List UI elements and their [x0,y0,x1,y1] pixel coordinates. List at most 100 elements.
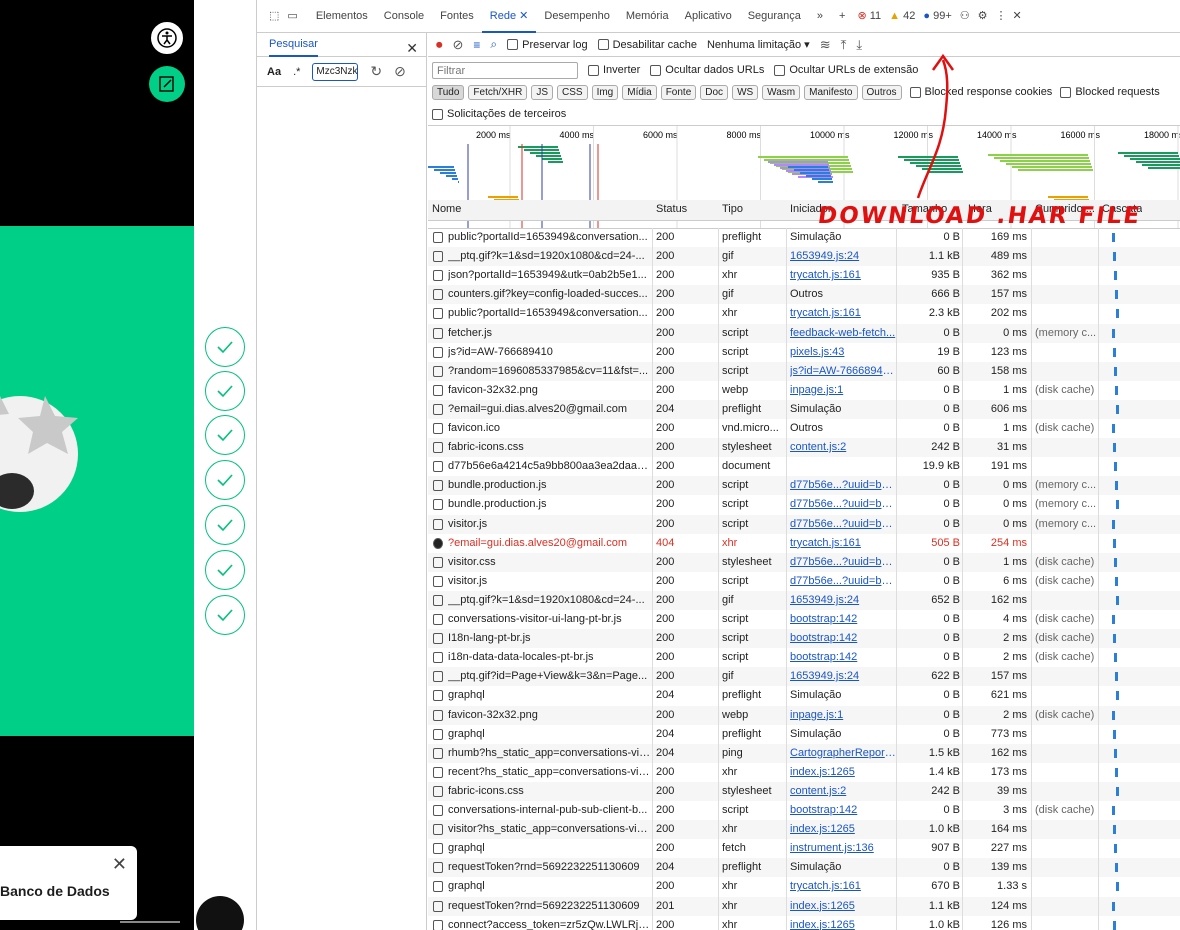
preserve-log-checkbox[interactable]: Preservar log [507,39,588,51]
gear-icon[interactable]: ⚙ [974,0,992,33]
table-row[interactable]: public?portalId=1653949&conversation... 2… [428,304,1180,323]
cell-initiator[interactable]: js?id=AW-76668941... [790,365,896,377]
clear-icon[interactable]: ⊘ [394,63,406,80]
inspect-icon[interactable]: ⬚ [257,0,283,33]
table-row[interactable]: fabric-icons.css 200 stylesheet content.js:… [428,781,1180,801]
table-row[interactable]: graphql 204 preflight Simulação 0 B 621 ms [428,686,1180,705]
filter-input[interactable]: Filtrar [432,61,578,79]
cell-initiator[interactable]: content.js:2 [790,441,896,453]
cell-initiator[interactable]: index.js:1265 [790,919,896,930]
table-row[interactable]: public?portalId=1653949&conversation... 2… [428,228,1180,247]
table-row[interactable]: requestToken?rnd=5692232251130609 204 pref… [428,858,1180,878]
type-filter-xhr[interactable]: Fetch/XHR [468,84,528,100]
cell-initiator[interactable]: inpage.js:1 [790,384,896,396]
cell-initiator[interactable]: CartographerReport... [790,747,896,759]
cell-initiator[interactable]: trycatch.js:161 [790,307,896,319]
import-har-icon[interactable]: ⤒ [841,37,847,53]
match-case-toggle[interactable]: Aa [267,66,281,78]
scrollbar[interactable] [120,921,180,923]
cell-initiator[interactable]: bootstrap:142 [790,804,896,816]
table-row[interactable]: favicon.ico 200 vnd.micro... Outros 0 B 1 ms (… [428,419,1180,438]
col-status[interactable]: Status [656,203,687,215]
table-row[interactable]: visitor.js 200 script d77b56e...?uuid=b7...… [428,514,1180,534]
hide-data-urls-checkbox[interactable]: Ocultar dados URLs [650,64,764,76]
cell-initiator[interactable]: index.js:1265 [790,766,896,778]
cell-initiator[interactable]: trycatch.js:161 [790,269,896,281]
cell-initiator[interactable]: 1653949.js:24 [790,670,896,682]
table-row[interactable]: js?id=AW-766689410 200 script pixels.js:43 1… [428,343,1180,362]
table-row[interactable]: favicon-32x32.png 200 webp inpage.js:1 0 B 2 … [428,705,1180,725]
table-row[interactable]: bundle.production.js 200 script d77b56e...?… [428,495,1180,514]
feedback-button[interactable] [149,66,185,102]
cell-initiator[interactable]: pixels.js:43 [790,346,896,358]
table-row[interactable]: requestToken?rnd=5692232251130609 201 xhr i… [428,896,1180,916]
table-row[interactable]: visitor.css 200 stylesheet d77b56e...?uuid=… [428,552,1180,572]
type-filter-wasm[interactable]: Wasm [762,84,801,100]
tab-console[interactable]: Console [376,0,432,33]
table-row[interactable]: i18n-data-data-locales-pt-br.js 200 script… [428,648,1180,667]
col-type[interactable]: Tipo [722,203,743,215]
tab-performance[interactable]: Desempenho [536,0,617,33]
tab-application[interactable]: Aplicativo [677,0,740,33]
filter-icon[interactable]: ≡ [473,38,480,52]
table-row[interactable]: I18n-lang-pt-br.js 200 script bootstrap:142… [428,629,1180,649]
table-row[interactable]: visitor.js 200 script d77b56e...?uuid=b7...… [428,572,1180,591]
more-icon[interactable]: ⋮ [992,0,1011,33]
cell-initiator[interactable]: 1653949.js:24 [790,594,896,606]
error-badge[interactable]: ⊗ 11 [853,0,885,33]
type-filter-font[interactable]: Fonte [660,84,697,100]
chat-button[interactable] [196,896,244,930]
cell-initiator[interactable]: trycatch.js:161 [790,537,896,549]
cell-initiator[interactable]: 1653949.js:24 [790,250,896,262]
table-row[interactable]: graphql 200 xhr trycatch.js:161 670 B 1.33 s [428,877,1180,896]
type-filter-img[interactable]: Img [591,84,619,100]
table-row[interactable]: recent?hs_static_app=conversations-visi.… [428,763,1180,782]
cell-initiator[interactable]: d77b56e...?uuid=b7... [790,556,896,568]
cell-initiator[interactable]: d77b56e...?uuid=b7... [790,498,896,510]
table-row[interactable]: rhumb?hs_static_app=conversations-visi..… [428,743,1180,763]
accessibility-button[interactable] [149,20,185,56]
search-icon[interactable]: ⌕ [490,37,497,52]
wifi-settings-icon[interactable]: ≋ [820,37,831,53]
clear-log-icon[interactable]: ⊘ [453,37,464,53]
table-row[interactable]: conversations-visitor-ui-lang-pt-br.js 20… [428,610,1180,629]
table-row[interactable]: connect?access_token=zr5zQw.LWLRjH... 200… [428,916,1180,930]
tab-sources[interactable]: Fontes [432,0,482,33]
type-filter-media[interactable]: Mídia [622,84,657,100]
table-row[interactable]: conversations-internal-pub-sub-client-b.… [428,801,1180,820]
cell-initiator[interactable]: trycatch.js:161 [790,880,896,892]
type-filter-css[interactable]: CSS [557,84,588,100]
close-icon[interactable]: ✕ [519,10,528,22]
table-row[interactable]: counters.gif?key=config-loaded-succes...… [428,285,1180,305]
warning-badge[interactable]: ▲ 42 [885,0,919,33]
type-filter-manifest[interactable]: Manifesto [804,84,858,100]
cell-initiator[interactable]: bootstrap:142 [790,632,896,644]
refresh-icon[interactable]: ↻ [370,63,382,80]
invert-checkbox[interactable]: Inverter [588,64,640,76]
cell-initiator[interactable]: feedback-web-fetch... [790,327,896,339]
more-tabs-icon[interactable]: » [809,0,831,33]
close-devtools-icon[interactable]: ✕ [1011,0,1024,33]
type-filter-ws[interactable]: WS [732,84,759,100]
info-badge[interactable]: ● 99+ [919,0,955,33]
table-row[interactable]: fabric-icons.css 200 stylesheet content.js:… [428,438,1180,458]
tab-security[interactable]: Segurança [740,0,809,33]
cell-initiator[interactable]: d77b56e...?uuid=b7... [790,575,896,587]
third-party-checkbox[interactable]: Solicitações de terceiros [432,108,566,120]
disable-cache-checkbox[interactable]: Desabilitar cache [597,39,697,51]
regex-toggle[interactable]: .* [293,66,300,78]
tab-memory[interactable]: Memória [618,0,677,33]
table-row[interactable]: __ptq.gif?id=Page+View&k=3&n=Page... 200 g… [428,667,1180,687]
table-row[interactable]: json?portalId=1653949&utk=0ab2b5e1... 200… [428,266,1180,285]
close-icon[interactable]: ✕ [112,854,127,875]
table-row[interactable]: visitor?hs_static_app=conversations-visi… [428,820,1180,840]
cell-initiator[interactable]: index.js:1265 [790,900,896,912]
table-row[interactable]: ?email=gui.dias.alves20@gmail.com 204 pref… [428,399,1180,419]
type-filter-js[interactable]: JS [531,84,553,100]
table-row[interactable]: d77b56e6a4214c5a9bb800aa3ea2daa6?... 200 d… [428,457,1180,476]
type-filter-all[interactable]: Tudo [432,84,465,100]
add-tab-icon[interactable]: + [831,0,853,33]
tab-network[interactable]: Rede ✕ [481,0,537,33]
table-row[interactable]: __ptq.gif?k=1&sd=1920x1080&cd=24-... 200 g… [428,247,1180,267]
table-row[interactable]: __ptq.gif?k=1&sd=1920x1080&cd=24-... 200 g… [428,590,1180,610]
